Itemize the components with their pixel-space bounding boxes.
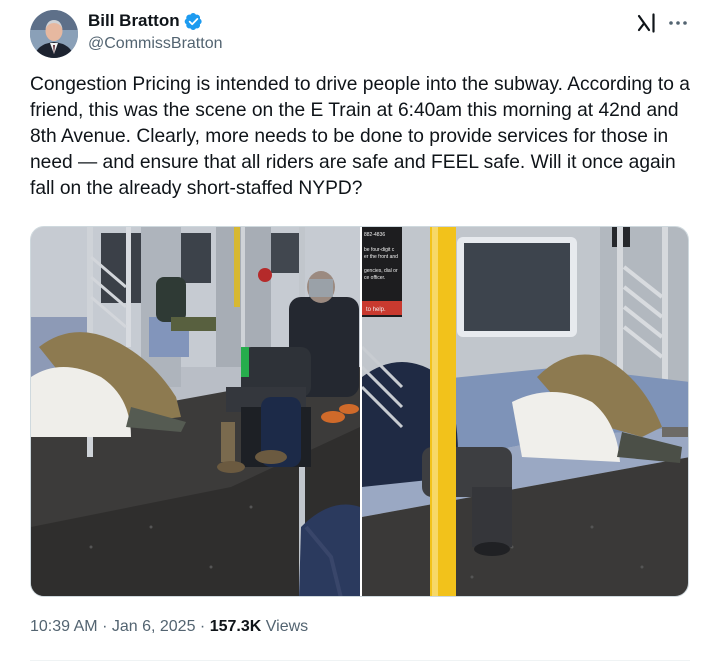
- signage-line-4: gencies, dial or: [364, 268, 398, 274]
- meta-separator: ·: [102, 618, 108, 635]
- tweet-meta: 10:39 AM · Jan 6, 2025 · 157.3K Views: [30, 616, 308, 638]
- verified-badge-icon: [184, 12, 203, 31]
- tweet-text: Congestion Pricing is intended to drive …: [30, 74, 690, 199]
- signage-line-2: be four-digit c: [364, 247, 395, 253]
- views-label: Views: [265, 618, 309, 635]
- more-options-icon[interactable]: [666, 12, 690, 34]
- subway-photo-right[interactable]: 882-4836 be four-digit c er the front an…: [362, 227, 688, 596]
- tweet-date[interactable]: Jan 6, 2025: [112, 618, 196, 635]
- divider: [30, 660, 690, 661]
- author-display-name[interactable]: Bill Bratton: [88, 10, 180, 32]
- signage-line-1: 882-4836: [364, 232, 385, 238]
- tweet-time[interactable]: 10:39 AM: [30, 618, 98, 635]
- signage-line-5: ce officer.: [364, 275, 385, 281]
- author-avatar[interactable]: [30, 10, 78, 58]
- meta-separator-2: ·: [199, 618, 206, 635]
- author-handle[interactable]: @CommissBratton: [88, 34, 223, 54]
- signage-line-6: to help.: [366, 307, 386, 313]
- tweet-media[interactable]: 882-4836 be four-digit c er the front an…: [30, 226, 689, 597]
- tweet-card: Bill Bratton @CommissBratton Congestion …: [0, 0, 710, 668]
- signage-line-3: er the front and: [364, 254, 398, 260]
- author-name-row[interactable]: Bill Bratton: [88, 10, 203, 32]
- grok-icon[interactable]: [636, 12, 658, 34]
- subway-photo-left[interactable]: [31, 227, 360, 596]
- views-count: 157.3K: [209, 618, 262, 635]
